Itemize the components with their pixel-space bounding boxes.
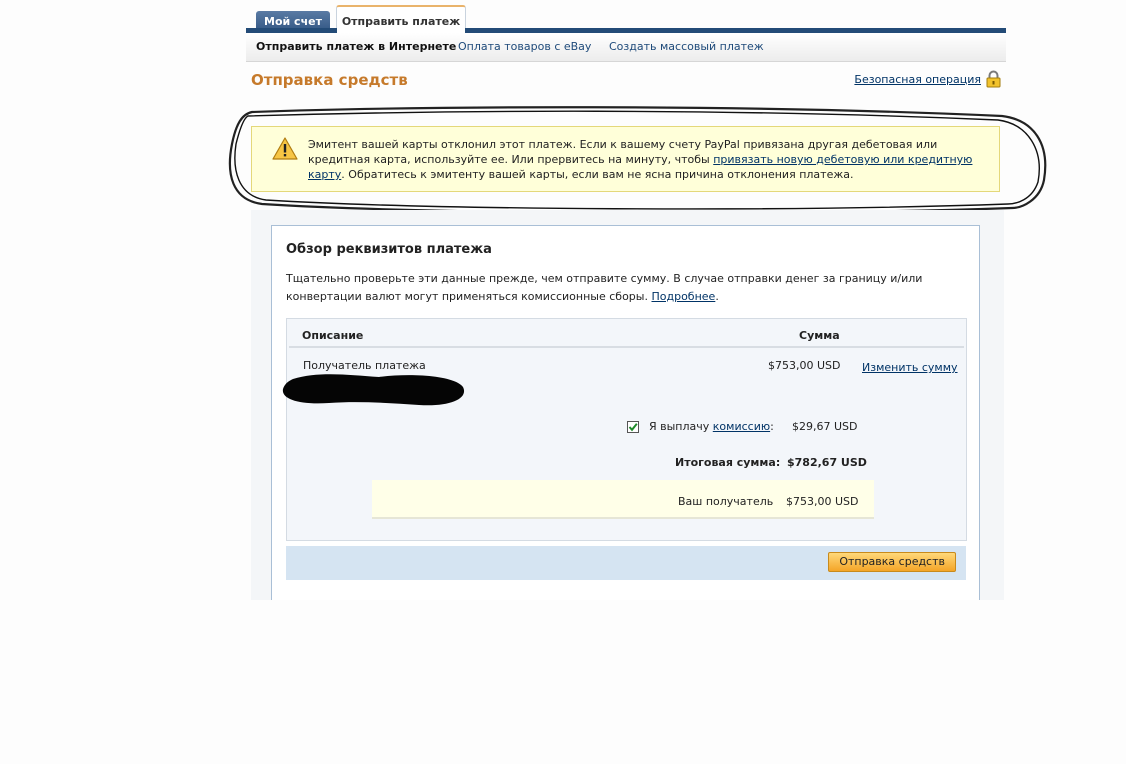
column-description: Описание <box>302 329 364 342</box>
fee-amount: $29,67 USD <box>792 420 858 433</box>
review-description: Тщательно проверьте эти данные прежде, ч… <box>286 272 923 303</box>
warning-text: Эмитент вашей карты отклонил этот платеж… <box>308 138 973 181</box>
page-title: Отправка средств <box>251 71 408 89</box>
pay-fee-label: Я выплачу комиссию: <box>649 420 774 433</box>
table-header: Описание Сумма <box>289 324 964 348</box>
card-declined-warning: Эмитент вашей карты отклонил этот платеж… <box>251 126 1000 192</box>
recipient-amount: $753,00 USD <box>768 359 841 372</box>
change-amount-link[interactable]: Изменить сумму <box>862 361 958 374</box>
total-amount: $782,67 USD <box>787 456 867 469</box>
redacted-recipient <box>282 374 465 406</box>
subnav-send-online[interactable]: Отправить платеж в Интернете <box>256 40 456 53</box>
checkmark-icon <box>628 423 638 432</box>
more-info-link[interactable]: Подробнее <box>651 290 715 303</box>
payment-review-panel: Обзор реквизитов платежа Тщательно прове… <box>271 225 980 600</box>
send-money-button[interactable]: Отправка средств <box>828 552 956 572</box>
column-amount: Сумма <box>799 329 840 342</box>
warning-icon <box>272 137 298 160</box>
secure-transaction-link[interactable]: Безопасная операция <box>854 73 981 86</box>
subnav-ebay-payment[interactable]: Оплата товаров с eBay <box>458 40 591 53</box>
action-bar: Отправка средств <box>286 546 966 580</box>
lock-icon <box>986 70 1001 88</box>
fee-link[interactable]: комиссию <box>713 420 770 433</box>
review-title: Обзор реквизитов платежа <box>286 242 492 257</box>
sub-navigation: Отправить платеж в Интернете Оплата това… <box>246 33 1006 62</box>
recipient-receives-amount: $753,00 USD <box>786 495 859 508</box>
recipient-receives-label: Ваш получатель <box>678 495 774 508</box>
payment-details-table: Описание Сумма Получатель платежа $753,0… <box>282 318 967 541</box>
subnav-mass-payment[interactable]: Создать массовый платеж <box>609 40 764 53</box>
total-label: Итоговая сумма: <box>675 456 781 469</box>
pay-fee-checkbox[interactable] <box>627 421 639 433</box>
recipient-receives-row: Ваш получатель $753,00 USD <box>372 480 874 519</box>
